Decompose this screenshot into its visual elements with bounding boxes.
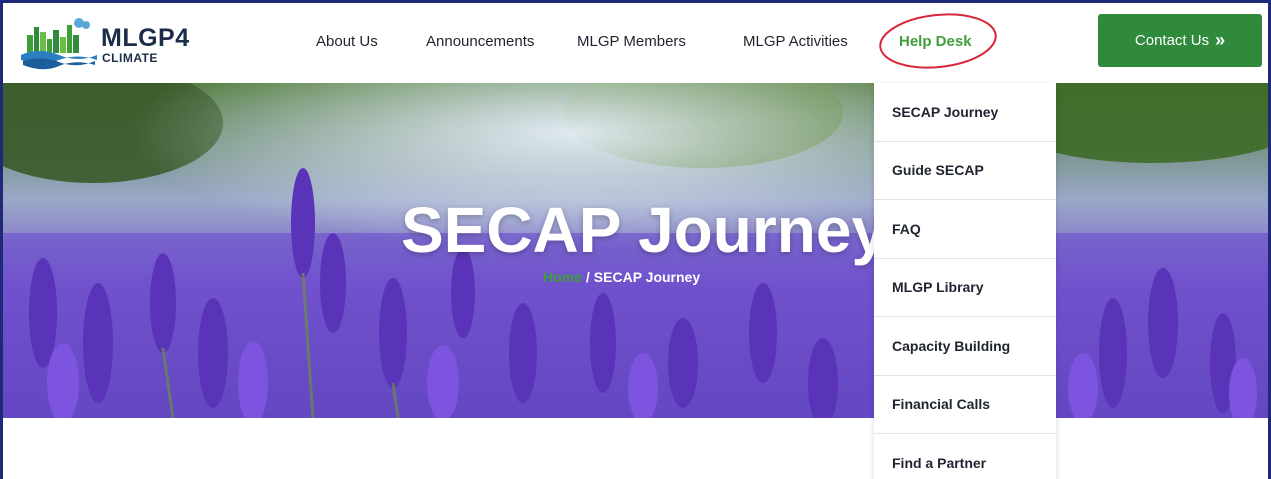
menu-item-financial-calls[interactable]: Financial Calls xyxy=(874,376,1056,434)
menu-item-capacity-building[interactable]: Capacity Building xyxy=(874,317,1056,376)
breadcrumb: Home / SECAP Journey xyxy=(543,269,700,285)
contact-us-button[interactable]: Contact Us » xyxy=(1098,14,1262,67)
menu-item-guide-secap[interactable]: Guide SECAP xyxy=(874,142,1056,200)
breadcrumb-home-link[interactable]: Home xyxy=(543,269,582,285)
contact-us-label: Contact Us xyxy=(1134,32,1210,49)
breadcrumb-current: SECAP Journey xyxy=(593,269,701,285)
breadcrumb-separator: / xyxy=(585,269,590,285)
nav-mlgp-members[interactable]: MLGP Members xyxy=(577,33,686,50)
logo-subtitle: CLIMATE xyxy=(102,51,158,65)
menu-item-mlgp-library[interactable]: MLGP Library xyxy=(874,259,1056,317)
hero-banner: SECAP Journey Home / SECAP Journey xyxy=(3,83,1268,418)
site-logo[interactable]: MLGP4 CLIMATE xyxy=(19,13,209,71)
site-header: MLGP4 CLIMATE About Us Announcements MLG… xyxy=(3,3,1268,83)
menu-item-faq[interactable]: FAQ xyxy=(874,200,1056,259)
city-skyline-logo-icon xyxy=(21,18,97,70)
help-desk-dropdown-menu: SECAP Journey Guide SECAP FAQ MLGP Libra… xyxy=(874,83,1056,479)
double-chevron-right-icon: » xyxy=(1215,30,1226,50)
menu-item-secap-journey[interactable]: SECAP Journey xyxy=(874,83,1056,142)
nav-about-us[interactable]: About Us xyxy=(316,33,378,50)
logo-title: MLGP4 xyxy=(101,24,190,52)
nav-mlgp-activities[interactable]: MLGP Activities xyxy=(743,33,848,50)
red-circle-annotation xyxy=(879,13,997,69)
nav-announcements[interactable]: Announcements xyxy=(426,33,534,50)
menu-item-find-a-partner[interactable]: Find a Partner xyxy=(874,434,1056,479)
